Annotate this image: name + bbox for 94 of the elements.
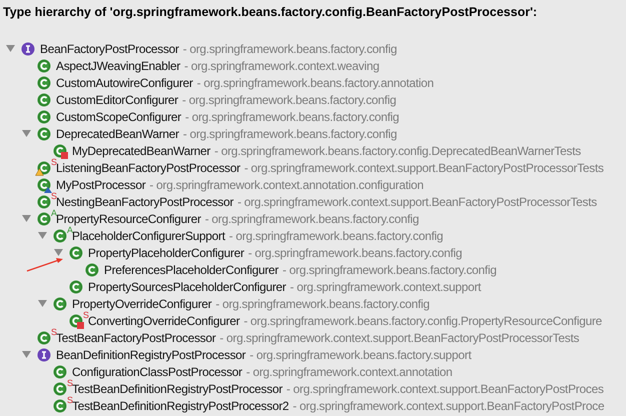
expand-arrow-icon[interactable]: [38, 300, 47, 308]
package-name: - org.springframework.context.weaving: [184, 58, 380, 74]
package-name: - org.springframework.beans.factory.config: [248, 244, 462, 262]
class-icon: [37, 110, 51, 124]
class-icon: [37, 330, 51, 344]
package-name: - org.springframework.beans.factory.config.PropertyResourceConfigure: [244, 312, 602, 330]
tree-item[interactable]: CustomEditorConfigurer - org.springframework.beans.factory.config: [0, 91, 626, 108]
package-name: - org.springframework.context.support: [290, 278, 481, 296]
type-name: ListeningBeanFactoryPostProcessor: [56, 160, 240, 176]
modifier-label: S: [67, 379, 74, 388]
tree-item[interactable]: MyDeprecatedBeanWarner - org.springframework.beans.factory.config.DeprecatedBeanWarnerTests: [0, 142, 626, 159]
class-icon: [69, 246, 83, 260]
modifier-label: A: [67, 226, 74, 235]
tree-item[interactable]: BeanDefinitionRegistryPostProcessor - org.springframework.beans.factory.support: [0, 346, 626, 363]
modifier-label: S: [83, 311, 90, 320]
package-name: - org.springframework.context.support.BeanFactoryPostProce: [292, 398, 604, 414]
type-name: DeprecatedBeanWarner: [56, 126, 179, 142]
type-name: PropertyResourceConfigurer: [56, 212, 201, 226]
tree-item[interactable]: AspectJWeavingEnabler - org.springframework.context.weaving: [0, 57, 626, 74]
type-name: PropertySourcesPlaceholderConfigurer: [88, 278, 286, 296]
package-name: - org.springframework.beans.factory.config: [282, 262, 496, 278]
package-name: - org.springframework.beans.factory.config: [182, 126, 397, 142]
expand-arrow-icon[interactable]: [54, 248, 63, 256]
dialog-title: Type hierarchy of 'org.springframework.beans.factory.config.BeanFactoryPostProcessor':: [3, 4, 538, 21]
class-icon: [69, 280, 83, 294]
type-name: ConvertingOverrideConfigurer: [88, 314, 240, 330]
package-name: - org.springframework.context.annotation: [246, 364, 452, 380]
type-name: NestingBeanFactoryPostProcessor: [56, 194, 234, 210]
package-name: - org.springframework.beans.factory.config.DeprecatedBeanWarnerTests: [214, 142, 581, 160]
type-name: PropertyOverrideConfigurer: [72, 296, 212, 312]
type-name: BeanFactoryPostProcessor: [40, 40, 179, 58]
package-name: - org.springframework.context.annotation.configuration: [150, 176, 424, 194]
tree-item[interactable]: BeanFactoryPostProcessor - org.springframework.beans.factory.config: [0, 40, 626, 57]
tree-item[interactable]: MyPostProcessor - org.springframework.context.annotation.configuration: [0, 176, 626, 193]
type-name: PreferencesPlaceholderConfigurer: [104, 262, 279, 278]
type-name: TestBeanFactoryPostProcessor: [56, 330, 216, 346]
tree-item[interactable]: DeprecatedBeanWarner - org.springframework.beans.factory.config: [0, 125, 626, 142]
type-name: AspectJWeavingEnabler: [56, 58, 180, 74]
modifier-label: S: [51, 158, 58, 167]
modifier-label: S: [51, 192, 58, 201]
class-icon: [85, 262, 99, 276]
expand-arrow-icon[interactable]: [22, 130, 31, 138]
expand-arrow-icon[interactable]: [38, 232, 47, 240]
tree-item[interactable]: PropertyPlaceholderConfigurer - org.springframework.beans.factory.config: [0, 244, 626, 261]
tree-item[interactable]: CustomAutowireConfigurer - org.springframework.beans.factory.annotation: [0, 74, 626, 91]
package-name: - org.springframework.beans.factory.config: [229, 228, 443, 244]
type-name: BeanDefinitionRegistryPostProcessor: [56, 346, 246, 364]
class-icon: [37, 194, 51, 208]
tree-item[interactable]: PropertyOverrideConfigurer - org.springframework.beans.factory.config: [0, 295, 626, 312]
package-name: - org.springframework.beans.factory.config: [185, 108, 400, 126]
class-icon: [37, 178, 51, 192]
class-icon: [37, 58, 51, 72]
package-name: - org.springframework.beans.factory.annotation: [196, 74, 434, 92]
class-icon: [53, 382, 67, 396]
type-name: TestBeanDefinitionRegistryPostProcessor2: [72, 398, 289, 414]
interface-icon: [21, 42, 35, 56]
type-name: MyDeprecatedBeanWarner: [72, 142, 210, 160]
expand-arrow-icon[interactable]: [6, 44, 15, 52]
class-icon: [37, 126, 51, 140]
annotation-arrow: [26, 257, 64, 273]
type-name: PlaceholderConfigurerSupport: [72, 228, 226, 244]
class-icon: [53, 296, 67, 310]
tree-item[interactable]: PropertySourcesPlaceholderConfigurer - org.springframework.context.support: [0, 278, 626, 295]
package-name: - org.springframework.context.support.BeanFactoryPostProcessorTests: [237, 194, 597, 210]
type-name: CustomAutowireConfigurer: [56, 74, 193, 92]
type-name: CustomScopeConfigurer: [56, 108, 182, 126]
type-name: TestBeanDefinitionRegistryPostProcessor: [72, 382, 282, 396]
tree-item[interactable]: CustomScopeConfigurer - org.springframework.beans.factory.config: [0, 108, 626, 125]
type-name: ConfigurationClassPostProcessor: [72, 364, 242, 380]
tree-item[interactable]: ConfigurationClassPostProcessor - org.springframework.context.annotation: [0, 363, 626, 380]
package-name: - org.springframework.beans.factory.config: [182, 40, 397, 58]
modifier-label: A: [51, 209, 58, 218]
package-name: - org.springframework.beans.factory.config: [216, 296, 430, 312]
class-icon: [53, 398, 67, 412]
type-name: PropertyPlaceholderConfigurer: [88, 244, 244, 262]
interface-icon: [37, 348, 51, 362]
type-name: MyPostProcessor: [56, 176, 146, 192]
type-name: CustomEditorConfigurer: [56, 92, 178, 108]
modifier-label: S: [51, 328, 58, 337]
class-icon: [53, 364, 67, 378]
class-icon: [37, 76, 51, 90]
package-name: - org.springframework.context.support.BeanFactoryPostProcessorTests: [220, 330, 580, 346]
tree-item[interactable]: PreferencesPlaceholderConfigurer - org.springframework.beans.factory.config: [0, 261, 626, 278]
class-icon: [37, 212, 51, 226]
package-name: - org.springframework.context.support.BeanFactoryPostProcessorTests: [244, 160, 604, 176]
expand-arrow-icon[interactable]: [22, 214, 31, 222]
class-icon: [53, 228, 67, 242]
expand-arrow-icon[interactable]: [22, 350, 31, 358]
package-name: - org.springframework.beans.factory.support: [250, 346, 472, 364]
package-name: - org.springframework.beans.factory.config: [182, 92, 396, 108]
package-name: - org.springframework.context.support.BeanFactoryPostProces: [286, 380, 604, 398]
class-icon: [37, 92, 51, 106]
package-name: - org.springframework.beans.factory.config: [204, 210, 419, 228]
modifier-label: S: [67, 396, 74, 405]
